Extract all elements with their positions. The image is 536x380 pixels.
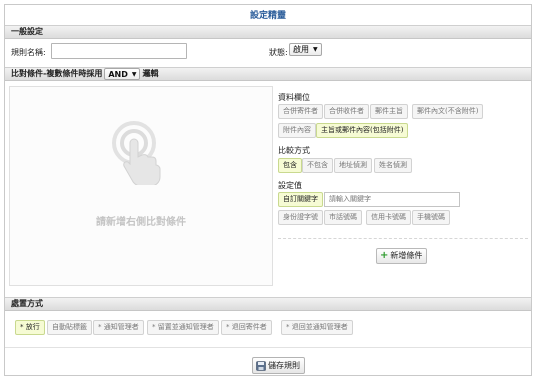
field-option[interactable]: 郵件主旨 — [370, 104, 408, 119]
action-option[interactable]: * 退回寄件者 — [221, 320, 272, 335]
field-option[interactable]: 合併寄件者 — [278, 104, 323, 119]
method-option-selected[interactable]: 包含 — [278, 158, 302, 173]
logic-select-value: AND — [108, 69, 128, 79]
action-option[interactable]: * 留置並通知管理者 — [147, 320, 219, 335]
conditions-list-panel: 請新增右側比對條件 — [9, 86, 273, 286]
status-select[interactable]: 啟用 ▼ — [289, 43, 322, 56]
process-section-title: 處置方式 — [11, 299, 43, 308]
floppy-disk-icon — [256, 360, 266, 371]
compare-section-suffix: 邏輯 — [142, 69, 159, 78]
save-rule-button[interactable]: 儲存規則 — [252, 357, 305, 374]
process-section-header: 處置方式 — [5, 297, 531, 311]
page-title: 設定精靈 — [249, 11, 286, 21]
logic-select[interactable]: AND ▼ — [104, 68, 141, 80]
general-section-title: 一般設定 — [11, 27, 43, 36]
save-rule-label: 儲存規則 — [268, 361, 300, 370]
compare-section-prefix: 比對條件-複數條件時採用 — [11, 69, 103, 78]
value-option[interactable]: 手機號碼 — [412, 210, 450, 225]
chevron-down-icon: ▼ — [131, 70, 137, 78]
compare-section-header: 比對條件-複數條件時採用 AND ▼ 邏輯 — [5, 67, 531, 81]
condition-builder: 資料欄位 合併寄件者 合併收件者 郵件主旨 郵件內文(不含附件) 附件內容 主旨… — [278, 86, 528, 286]
method-option[interactable]: 不包含 — [302, 158, 333, 173]
general-section-header: 一般設定 — [5, 25, 531, 39]
value-option[interactable]: 市話號碼 — [324, 210, 362, 225]
empty-conditions-hint: 請新增右側比對條件 — [96, 217, 186, 228]
plus-icon: + — [380, 250, 389, 261]
action-option[interactable]: 自動貼標籤 — [47, 320, 92, 335]
field-option[interactable]: 附件內容 — [278, 123, 316, 138]
compare-method-title: 比較方式 — [278, 146, 310, 155]
tap-hand-icon — [112, 121, 161, 185]
rule-name-label: 規則名稱: — [11, 48, 46, 57]
process-actions: * 放行 自動貼標籤 * 通知管理者 * 留置並通知管理者 * 退回寄件者 * … — [5, 312, 531, 348]
rule-wizard-panel: 設定精靈 一般設定 規則名稱: 狀態: 啟用 ▼ 比對條件-複數條件時採用 AN… — [4, 4, 532, 376]
status-select-value: 啟用 — [293, 45, 309, 54]
value-option[interactable]: 信用卡號碼 — [366, 210, 411, 225]
compare-area: 請新增右側比對條件 資料欄位 合併寄件者 合併收件者 郵件主旨 郵件內文(不含附… — [5, 82, 531, 296]
value-option[interactable]: 身份證字號 — [278, 210, 323, 225]
keyword-input[interactable] — [324, 192, 460, 207]
field-option-selected[interactable]: 主旨或郵件內容(包括附件) — [316, 123, 409, 138]
setting-value-title: 設定值 — [278, 181, 302, 190]
method-option[interactable]: 姓名偵測 — [374, 158, 412, 173]
field-option[interactable]: 合併收件者 — [324, 104, 369, 119]
action-option[interactable]: * 退回並通知管理者 — [281, 320, 353, 335]
chevron-down-icon: ▼ — [313, 46, 318, 53]
data-field-title: 資料欄位 — [278, 93, 310, 102]
rule-name-input[interactable] — [51, 43, 187, 59]
method-option[interactable]: 地址偵測 — [334, 158, 372, 173]
divider — [278, 238, 528, 239]
action-option-selected[interactable]: * 放行 — [15, 320, 45, 335]
value-option-selected[interactable]: 自訂關鍵字 — [278, 192, 323, 207]
field-option[interactable]: 郵件內文(不含附件) — [412, 104, 484, 119]
status-label: 狀態: — [269, 48, 288, 57]
action-option[interactable]: * 通知管理者 — [93, 320, 144, 335]
add-condition-button[interactable]: + 新增條件 — [376, 248, 428, 264]
add-condition-label: 新增條件 — [390, 251, 423, 260]
